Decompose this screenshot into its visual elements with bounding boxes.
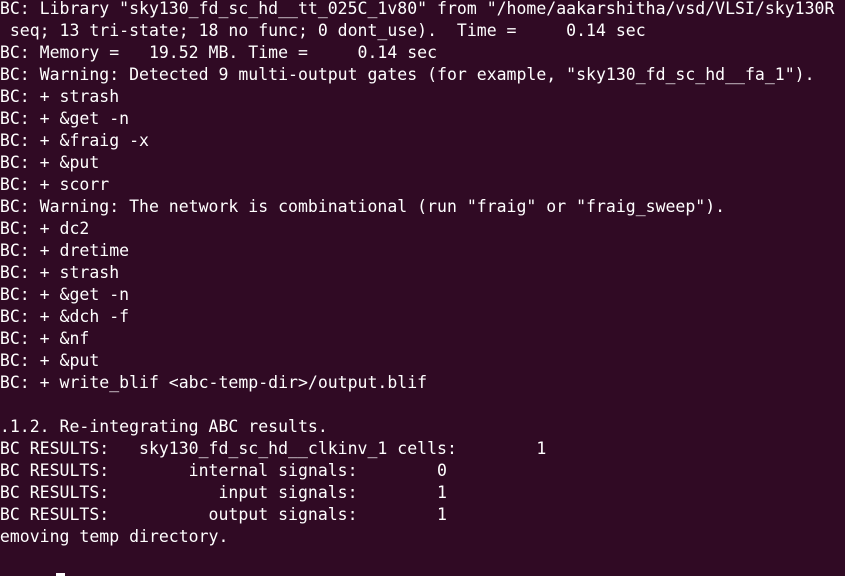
terminal-window[interactable]: ABC: Library "sky130_fd_sc_hd__tt_025C_1…	[0, 0, 845, 576]
terminal-line: ABC RESULTS: input signals: 1	[0, 483, 447, 502]
terminal-line: ABC: + &put	[0, 351, 100, 370]
terminal-line: ABC: + &get -n	[0, 285, 130, 304]
terminal-line: ABC: + &put	[0, 153, 100, 172]
terminal-line: ABC: Memory = 19.52 MB. Time = 0.14 sec	[0, 43, 438, 62]
terminal-line: ABC: + write_blif <abc-temp-dir>/output.…	[0, 373, 428, 392]
terminal-line: ABC: + strash	[0, 87, 120, 106]
terminal-line: ABC: + scorr	[0, 175, 110, 194]
terminal-line: 1 seq; 13 tri-state; 18 no func; 0 dont_…	[0, 21, 646, 40]
terminal-line: ABC RESULTS: sky130_fd_sc_hd__clkinv_1 c…	[0, 439, 547, 458]
terminal-line: ABC RESULTS: internal signals: 0	[0, 461, 447, 480]
terminal-line: ABC: + &nf	[0, 329, 90, 348]
terminal-line: ABC: + &dch -f	[0, 307, 130, 326]
terminal-line: ABC: Library "sky130_fd_sc_hd__tt_025C_1…	[0, 0, 835, 18]
terminal-line: ABC: + dretime	[0, 241, 130, 260]
terminal-line: 5.1.2. Re-integrating ABC results.	[0, 417, 328, 436]
terminal-line: ABC: Warning: Detected 9 multi-output ga…	[0, 65, 815, 84]
terminal-line: ABC: + dc2	[0, 219, 90, 238]
terminal-line: ABC: Warning: The network is combination…	[0, 197, 726, 216]
terminal-line: ABC: + &fraig -x	[0, 131, 149, 150]
terminal-line: Removing temp directory.	[0, 527, 229, 546]
terminal-line: ABC RESULTS: output signals: 1	[0, 505, 447, 524]
terminal-line: ABC: + strash	[0, 263, 120, 282]
terminal-output: ABC: Library "sky130_fd_sc_hd__tt_025C_1…	[0, 0, 834, 548]
terminal-line: ABC: + &get -n	[0, 109, 130, 128]
